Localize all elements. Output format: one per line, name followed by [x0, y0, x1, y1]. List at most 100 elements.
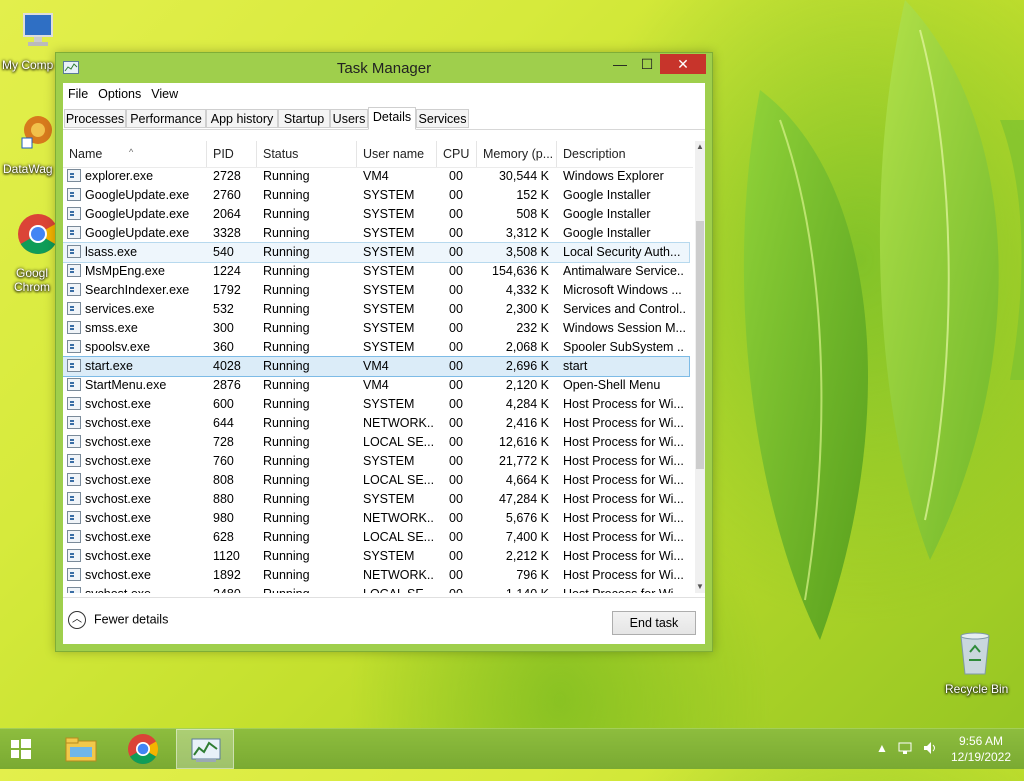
cell-mem: 1,140 K [477, 585, 549, 593]
menu-file[interactable]: File [63, 83, 93, 105]
end-task-button[interactable]: End task [612, 611, 696, 635]
cell-user: LOCAL SE... [363, 530, 435, 544]
show-hidden-icons-icon[interactable]: ▲ [876, 741, 888, 781]
table-row[interactable]: svchost.exe 1120 Running SYSTEM 00 2,212 K Hos… [63, 547, 689, 566]
table-row[interactable]: svchost.exe 600 Running SYSTEM 00 4,284 K Host… [63, 395, 689, 414]
cell-cpu: 00 [449, 397, 463, 411]
tab-processes[interactable]: Processes [64, 109, 126, 128]
tab-users[interactable]: Users [330, 109, 368, 128]
table-row[interactable]: StartMenu.exe 2876 Running VM4 00 2,120 K Open… [63, 376, 689, 395]
process-icon [67, 264, 81, 277]
tab-details[interactable]: Details [368, 107, 416, 130]
chevron-up-icon: ︿ [68, 611, 86, 629]
column-header-name[interactable]: Name ^ [63, 141, 207, 167]
menu-view[interactable]: View [146, 83, 183, 105]
column-header-status[interactable]: Status [257, 141, 357, 167]
cell-pid: 2480 [213, 585, 257, 593]
cell-desc: Host Process for Wi... [563, 530, 684, 544]
cell-pid: 2728 [213, 169, 241, 183]
taskbar-file-explorer[interactable] [52, 729, 110, 769]
cell-mem: 2,120 K [505, 378, 549, 392]
table-row[interactable]: svchost.exe 728 Running LOCAL SE... 00 12,616… [63, 433, 689, 452]
table-row[interactable]: svchost.exe 880 Running SYSTEM 00 47,284 K Hos… [63, 490, 689, 509]
cell-status: Running [263, 321, 310, 335]
tab-services[interactable]: Services [416, 109, 469, 128]
tab-startup[interactable]: Startup [278, 109, 330, 128]
cell-name: svchost.exe [85, 435, 152, 449]
table-row[interactable]: GoogleUpdate.exe 2760 Running SYSTEM 00 152 K… [63, 186, 689, 205]
process-icon [67, 321, 81, 334]
cell-pid: 4028 [213, 359, 241, 373]
cell-user: NETWORK... [363, 568, 435, 582]
cell-user: SYSTEM [363, 549, 415, 563]
process-icon [67, 435, 81, 448]
table-row[interactable]: services.exe 532 Running SYSTEM 00 2,300 K Ser… [63, 300, 689, 319]
table-row[interactable]: svchost.exe 760 Running SYSTEM 00 21,772 K Hos… [63, 452, 689, 471]
cell-user: LOCAL SE... [363, 585, 435, 593]
scrollbar-thumb[interactable] [696, 221, 704, 469]
cell-name: lsass.exe [85, 245, 138, 259]
table-row[interactable]: MsMpEng.exe 1224 Running SYSTEM 00 154,636 K A… [63, 262, 689, 281]
cell-user: SYSTEM [363, 302, 415, 316]
menu-options[interactable]: Options [93, 83, 146, 105]
table-row[interactable]: start.exe 4028 Running VM4 00 2,696 K start [63, 356, 690, 377]
table-row[interactable]: GoogleUpdate.exe 2064 Running SYSTEM 00 508 K… [63, 205, 689, 224]
column-header-cpu[interactable]: CPU [437, 141, 477, 167]
cell-name: svchost.exe [85, 473, 152, 487]
titlebar[interactable]: Task Manager — ☐ ✕ [56, 53, 712, 83]
cell-cpu: 00 [449, 435, 463, 449]
tab-performance[interactable]: Performance [126, 109, 206, 128]
taskbar: ▲ 9:56 AM 12/19/2022 [0, 728, 1024, 769]
column-header-memory[interactable]: Memory (p... [477, 141, 557, 167]
cell-user: VM4 [363, 169, 389, 183]
scroll-down-icon[interactable]: ▼ [695, 581, 705, 593]
desktop-icon-recycle-bin[interactable]: Recycle Bin [937, 630, 1013, 696]
minimize-button[interactable]: — [606, 54, 634, 74]
start-button[interactable] [0, 729, 58, 769]
tab-app-history[interactable]: App history [206, 109, 278, 128]
clock[interactable]: 9:56 AM 12/19/2022 [950, 733, 1012, 765]
taskbar-chrome[interactable] [114, 729, 172, 769]
table-row[interactable]: svchost.exe 808 Running LOCAL SE... 00 4,664 … [63, 471, 689, 490]
table-row[interactable]: svchost.exe 2480 Running LOCAL SE... 00 1,140… [63, 585, 689, 593]
cell-mem: 508 K [516, 207, 549, 221]
table-row[interactable]: lsass.exe 540 Running SYSTEM 00 3,508 K Local … [63, 242, 690, 263]
table-row[interactable]: SearchIndexer.exe 1792 Running SYSTEM 00 4,33… [63, 281, 689, 300]
process-icon [67, 587, 81, 593]
close-button[interactable]: ✕ [660, 54, 706, 74]
table-row[interactable]: svchost.exe 980 Running NETWORK... 00 5,676 K… [63, 509, 689, 528]
table-row[interactable]: svchost.exe 628 Running LOCAL SE... 00 7,400 … [63, 528, 689, 547]
cell-status: Running [263, 378, 310, 392]
fewer-details-link[interactable]: ︿ Fewer details [68, 611, 168, 629]
cell-user: SYSTEM [363, 492, 415, 506]
scroll-up-icon[interactable]: ▲ [695, 141, 705, 153]
column-header-description[interactable]: Description [557, 141, 693, 167]
table-row[interactable]: explorer.exe 2728 Running VM4 00 30,544 K Wind… [63, 167, 689, 186]
table-row[interactable]: smss.exe 300 Running SYSTEM 00 232 K Windows S… [63, 319, 689, 338]
cell-cpu: 00 [449, 511, 463, 525]
cell-name: StartMenu.exe [85, 378, 167, 392]
desktop-icon-my-computer[interactable]: My Comp [0, 10, 76, 72]
column-header-pid[interactable]: PID [207, 141, 257, 167]
cell-pid: 1892 [213, 568, 241, 582]
desktop-icon-label: Recycle Bin [945, 682, 1009, 696]
maximize-button[interactable]: ☐ [634, 54, 660, 74]
table-row[interactable]: spoolsv.exe 360 Running SYSTEM 00 2,068 K Spoo… [63, 338, 689, 357]
cell-name: MsMpEng.exe [85, 264, 165, 278]
volume-icon[interactable] [922, 739, 938, 779]
table-row[interactable]: svchost.exe 1892 Running NETWORK... 00 796 K H… [63, 566, 689, 585]
taskbar-task-manager[interactable] [176, 729, 234, 769]
task-manager-window[interactable]: Task Manager — ☐ ✕ File Options View Proce… [55, 52, 713, 652]
network-icon[interactable] [898, 739, 914, 779]
process-icon [67, 245, 81, 258]
cell-name: svchost.exe [85, 454, 152, 468]
cell-mem: 2,696 K [505, 359, 549, 373]
vertical-scrollbar[interactable]: ▲ ▼ [695, 141, 705, 593]
column-header-user-name[interactable]: User name [357, 141, 437, 167]
clock-date: 12/19/2022 [950, 750, 1012, 764]
table-row[interactable]: svchost.exe 644 Running NETWORK... 00 2,416 K… [63, 414, 689, 433]
cell-pid: 880 [213, 492, 234, 506]
process-icon [67, 188, 81, 201]
table-row[interactable]: GoogleUpdate.exe 3328 Running SYSTEM 00 3,312… [63, 224, 689, 243]
cell-mem: 7,400 K [505, 530, 549, 544]
